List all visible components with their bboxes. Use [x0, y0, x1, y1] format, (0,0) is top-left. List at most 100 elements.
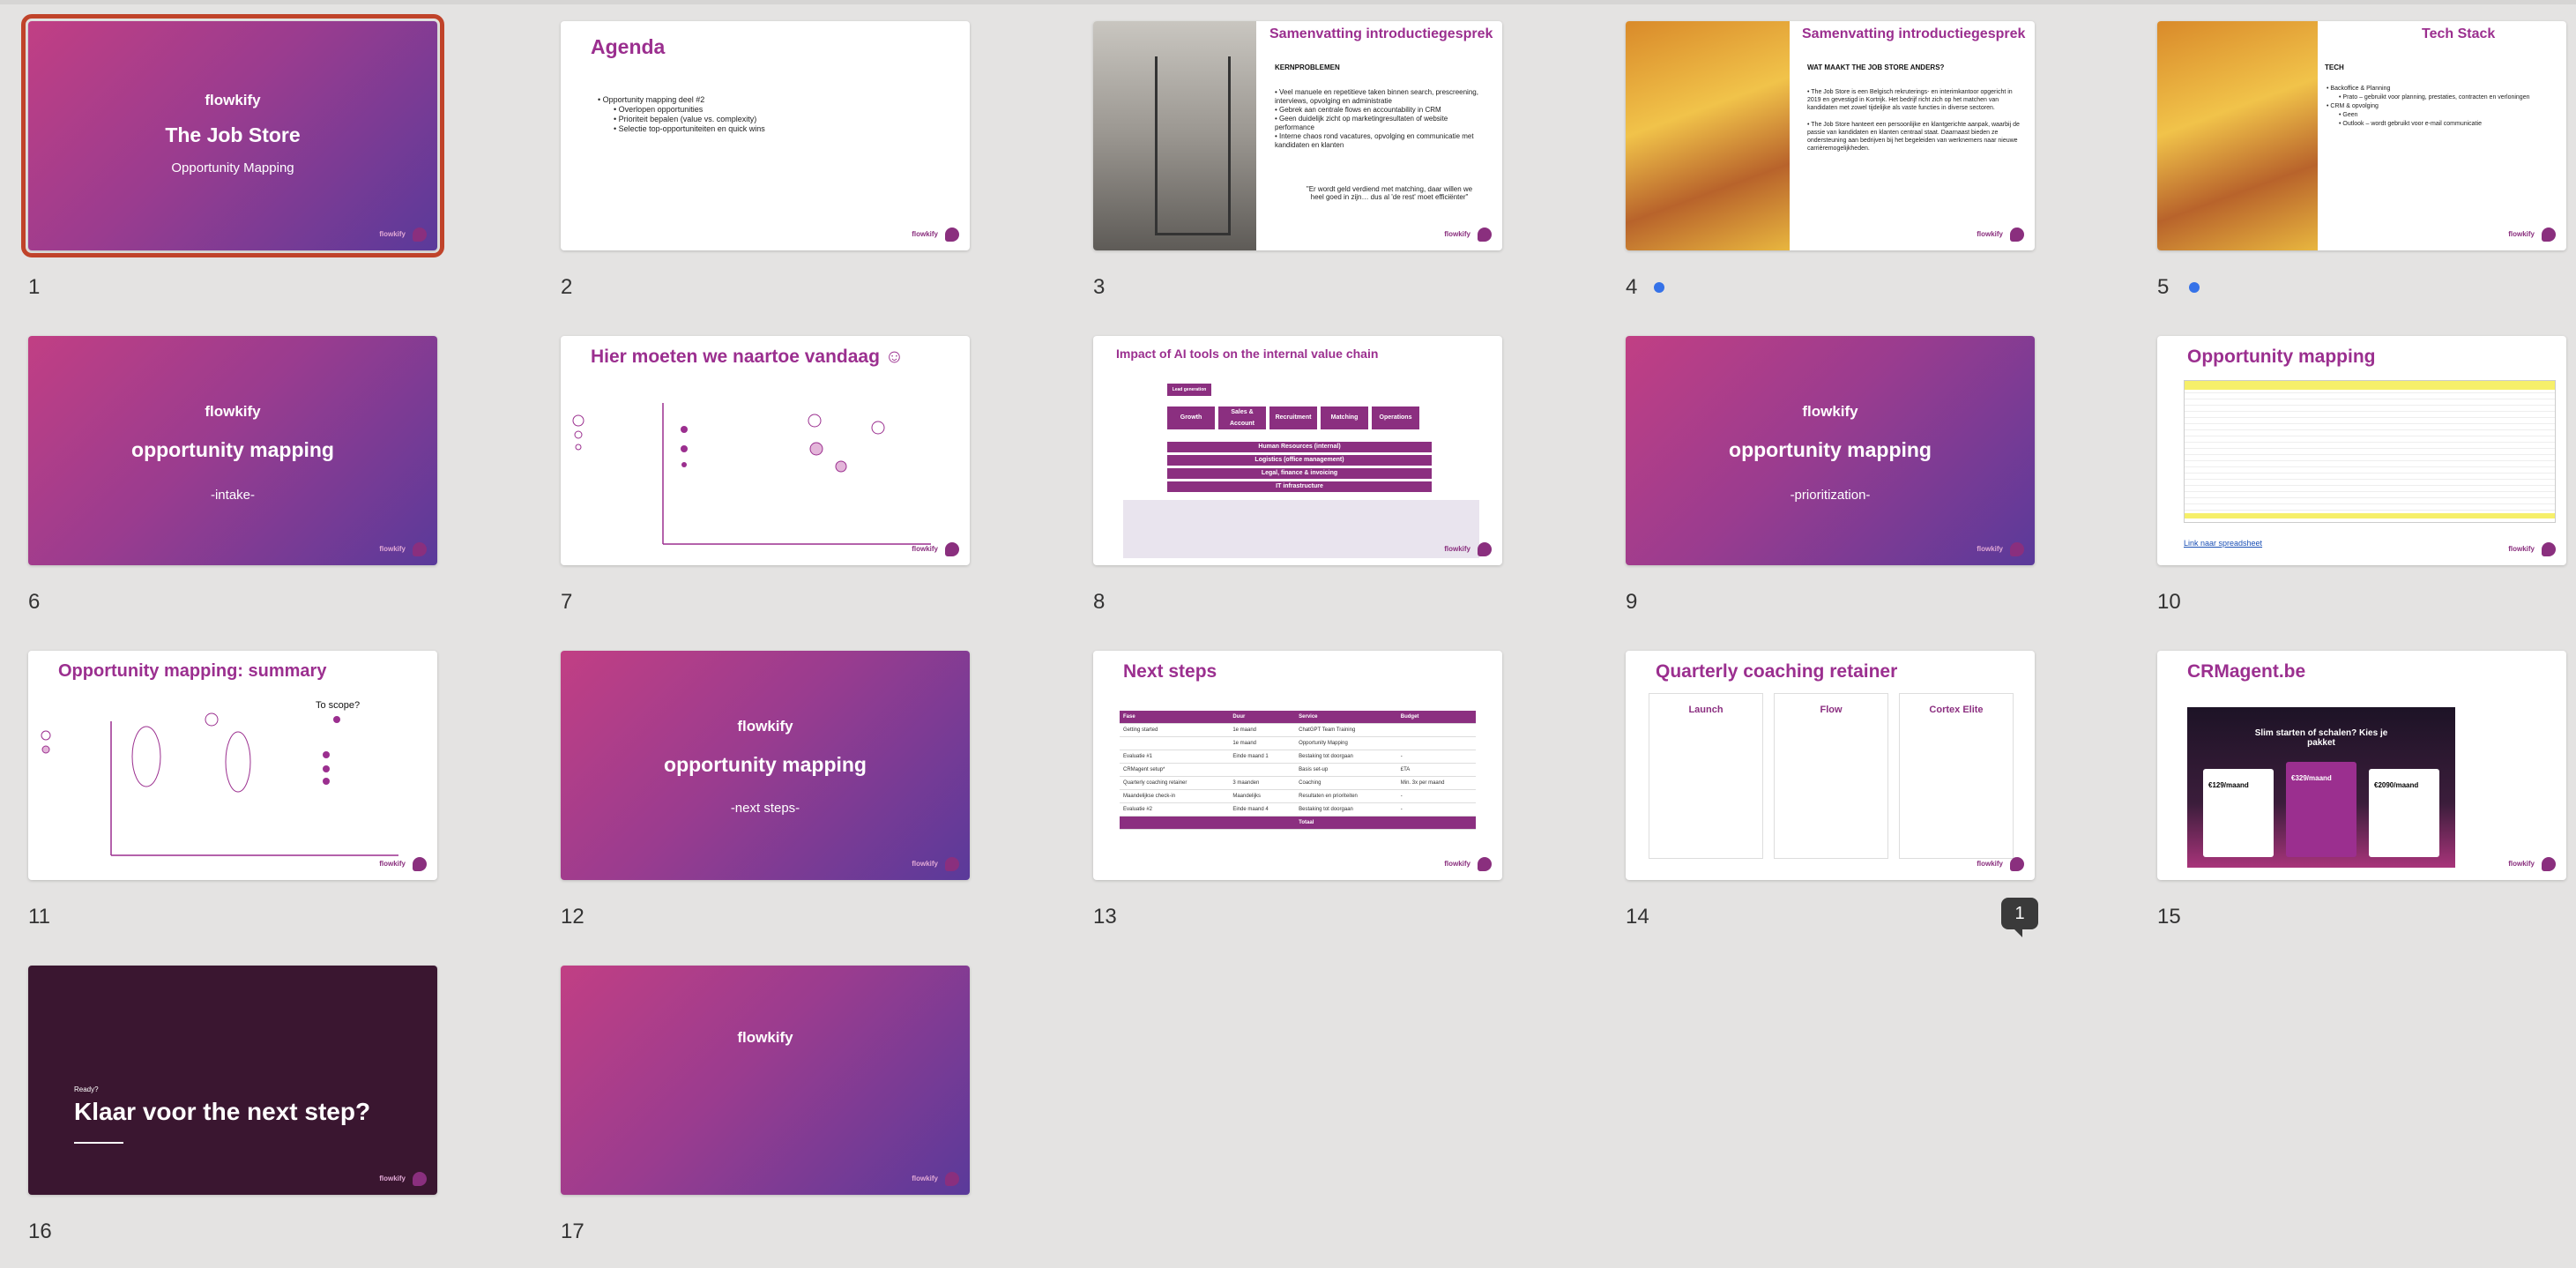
unsaved-dot-icon: [2189, 282, 2200, 293]
crmagent-hero: Slim starten of schalen? Kies je pakket: [2254, 728, 2388, 748]
slide-number: 6: [28, 590, 41, 614]
slide-6-canvas[interactable]: flowkify opportunity mapping -intake- fl…: [28, 336, 437, 565]
footer-logo: flowkify: [379, 1175, 406, 1182]
comment-count-icon[interactable]: 1: [2001, 898, 2038, 937]
spreadsheet-preview: [2184, 380, 2556, 523]
slide-number: 10: [2157, 590, 2181, 614]
tier-card-cortex-elite: Cortex Elite: [1899, 693, 2014, 859]
summary-matrix: [41, 712, 398, 856]
slide-3-quote: "Er wordt geld verdiend met matching, da…: [1306, 185, 1473, 201]
slide-16-title: Klaar voor the next step?: [74, 1098, 371, 1125]
slide-4-canvas[interactable]: Samenvatting introductiegesprek WAT MAAK…: [1626, 21, 2035, 250]
slide-10-canvas[interactable]: Opportunity mapping Link naar spreadshee…: [2157, 336, 2566, 565]
table-row: Getting started 1e maand ChatGPT Team Trai…: [1120, 723, 1476, 737]
slide-sorter-grid: flowkify The Job Store Opportunity Mappi…: [0, 0, 2576, 1268]
slide-3-section: KERNPROBLEMEN: [1275, 63, 1340, 71]
slide-9-brand: flowkify: [1802, 403, 1858, 420]
slide-14-title: Quarterly coaching retainer: [1656, 661, 1898, 682]
slide-15-canvas[interactable]: CRMagent.be Slim starten of schalen? Kie…: [2157, 651, 2566, 880]
slide-number: 2: [561, 275, 573, 299]
slide-11-canvas[interactable]: Opportunity mapping: summary To scope? f…: [28, 651, 437, 880]
flowkify-badge-icon: [2542, 857, 2556, 871]
footer-logo: flowkify: [2508, 860, 2535, 868]
support-function: Human Resources (internal): [1167, 442, 1432, 452]
footer-logo: flowkify: [912, 1175, 938, 1182]
value-chain-step: Sales & Account management: [1218, 407, 1266, 438]
flowkify-badge-icon: [413, 1172, 427, 1186]
bullet-item: • The Job Store is een Belgisch rekruter…: [1807, 89, 2013, 111]
table-row: Quarterly coaching retainer 3 maanden Coac…: [1120, 776, 1476, 790]
slide-6-title: opportunity mapping: [131, 438, 334, 461]
flowkify-badge-icon: [945, 1172, 959, 1186]
footer-logo: flowkify: [379, 860, 406, 868]
slide-number: 5: [2157, 275, 2170, 299]
footer-logo: flowkify: [379, 545, 406, 553]
slide-16-kicker: Ready?: [74, 1085, 99, 1093]
slide-12-canvas[interactable]: flowkify opportunity mapping -next steps…: [561, 651, 970, 880]
slide-16-canvas[interactable]: Ready? Klaar voor the next step? flowkif…: [28, 966, 437, 1195]
slide-5-title: Tech Stack: [2422, 26, 2496, 41]
slide-4-bullets: • The Job Store is een Belgisch rekruter…: [1807, 88, 2022, 153]
flowkify-badge-icon: [2542, 227, 2556, 242]
slide-5-canvas[interactable]: Tech Stack TECH • Backoffice & Planning …: [2157, 21, 2566, 250]
slide-14-canvas[interactable]: Quarterly coaching retainer Launch Flow …: [1626, 651, 2035, 880]
footer-logo: flowkify: [1977, 860, 2003, 868]
slide-number: 16: [28, 1220, 52, 1243]
slide-5-bullets: • Backoffice & Planning • Prato – gebrui…: [2327, 85, 2561, 129]
slide-1-subtitle: Opportunity Mapping: [171, 160, 294, 175]
slide-1-brand: flowkify: [205, 92, 261, 108]
slide-17-canvas[interactable]: flowkify flowkify: [561, 966, 970, 1195]
price-card: €2090/maand: [2369, 769, 2439, 857]
flowkify-badge-icon: [2010, 227, 2024, 242]
slide-number: 13: [1093, 905, 1117, 929]
flowkify-badge-icon: [413, 857, 427, 871]
slide-number: 14: [1626, 905, 1649, 929]
flowkify-badge-icon: [1478, 227, 1492, 242]
slide-2-canvas[interactable]: Agenda • Opportunity mapping deel #2 • O…: [561, 21, 970, 250]
table-row: Maandelijkse check-in Maandelijks Resultat…: [1120, 789, 1476, 803]
office-photo: [1093, 21, 1256, 250]
flowkify-badge-icon: [2010, 542, 2024, 556]
footer-logo: flowkify: [1444, 860, 1470, 868]
bullet-item: • The Job Store hanteert een persoonlijk…: [1807, 122, 2020, 152]
slide-10-title: Opportunity mapping: [2187, 347, 2376, 367]
footer-logo: flowkify: [1977, 230, 2003, 238]
value-complexity-matrix: [572, 403, 931, 545]
slide-6-brand: flowkify: [205, 403, 261, 420]
footer-logo: flowkify: [1444, 545, 1470, 553]
flowkify-badge-icon: [413, 542, 427, 556]
slide-1-title: The Job Store: [165, 123, 301, 146]
slide-number: 12: [561, 905, 584, 929]
footer-logo: flowkify: [379, 230, 406, 238]
spreadsheet-link[interactable]: Link naar spreadsheet: [2184, 539, 2262, 548]
table-header: Fase Duur Service Budget: [1120, 711, 1476, 724]
agenda-item: • Prioriteit bepalen (value vs. complexi…: [614, 115, 757, 123]
tier-card-flow: Flow: [1774, 693, 1888, 859]
footer-logo: flowkify: [1444, 230, 1470, 238]
footer-logo: flowkify: [1977, 545, 2003, 553]
agenda-item: • Overlopen opportunities: [614, 105, 704, 114]
slide-8-canvas[interactable]: Impact of AI tools on the internal value…: [1093, 336, 1502, 565]
tier-card-launch: Launch: [1649, 693, 1763, 859]
support-function: Legal, finance & invoicing: [1167, 468, 1432, 479]
slide-number: 17: [561, 1220, 584, 1243]
bullet-item: • Geen: [2339, 112, 2358, 118]
slide-3-canvas[interactable]: Samenvatting introductiegesprek KERNPROB…: [1093, 21, 1502, 250]
slide-9-canvas[interactable]: flowkify opportunity mapping -prioritiza…: [1626, 336, 2035, 565]
slide-5-section: TECH: [2325, 63, 2344, 71]
slide-15-title: CRMagent.be: [2187, 661, 2306, 682]
unsaved-dot-icon: [1654, 282, 1664, 293]
slide-13-title: Next steps: [1123, 661, 1217, 682]
slide-4-title: Samenvatting introductiegesprek: [1802, 26, 2026, 41]
flowkify-badge-icon: [1478, 542, 1492, 556]
slide-number: 4: [1626, 275, 1638, 299]
slide-4-section: WAT MAAKT THE JOB STORE ANDERS?: [1807, 63, 1945, 71]
support-function: IT infrastructure: [1167, 481, 1432, 492]
agenda-list: • Opportunity mapping deel #2 • Overlope…: [598, 95, 765, 134]
slide-7-canvas[interactable]: Hier moeten we naartoe vandaag ☺ flowkif…: [561, 336, 970, 565]
table-row: 1e maand Opportunity Mapping: [1120, 736, 1476, 750]
slide-1-canvas[interactable]: flowkify The Job Store Opportunity Mappi…: [21, 14, 444, 257]
table-row: Evaluatie #2 Einde maand 4 Bestaking tot d…: [1120, 802, 1476, 817]
slide-number: 9: [1626, 590, 1638, 614]
slide-13-canvas[interactable]: Next steps Fase Duur Service Budget Getting…: [1093, 651, 1502, 880]
